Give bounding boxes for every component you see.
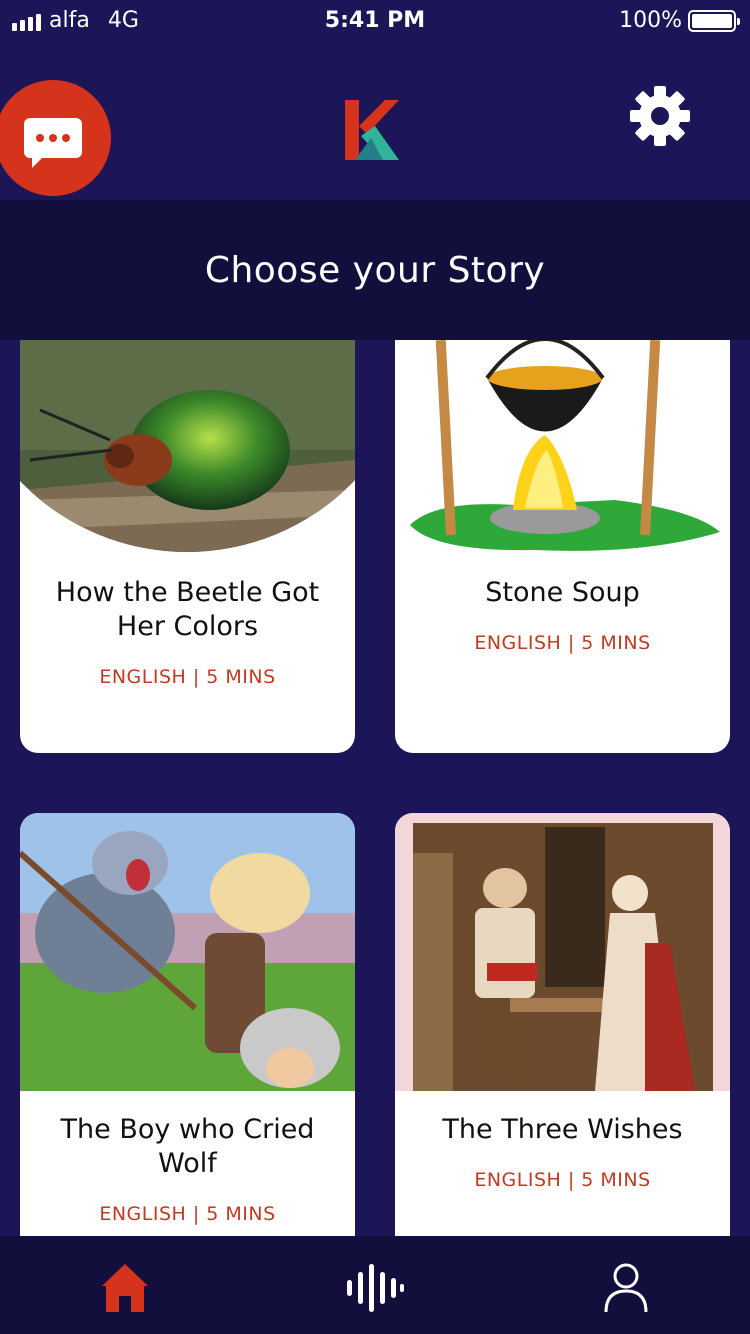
app-logo <box>345 100 399 160</box>
chat-button[interactable] <box>0 80 111 196</box>
three-wishes-illustration <box>395 813 730 1091</box>
story-image-beetle <box>20 340 355 554</box>
story-card-stone-soup[interactable]: Stone Soup ENGLISH | 5 MINS <box>395 340 730 753</box>
story-card-three-wishes[interactable]: The Three Wishes ENGLISH | 5 MINS <box>395 813 730 1236</box>
story-title: The Three Wishes <box>442 1114 683 1145</box>
stone-soup-illustration <box>410 340 720 551</box>
nav-profile[interactable] <box>596 1258 656 1318</box>
nav-audio[interactable] <box>345 1258 405 1318</box>
story-meta: ENGLISH | 5 MINS <box>474 1169 651 1191</box>
status-right: 100% <box>619 8 740 33</box>
status-bar: alfa 4G 5:41 PM 100% <box>0 0 750 40</box>
beetle-illustration <box>20 340 355 552</box>
story-image-boy-wolf <box>20 813 355 1091</box>
gear-icon[interactable] <box>628 84 692 148</box>
home-icon <box>102 1264 148 1312</box>
story-meta: ENGLISH | 5 MINS <box>99 1203 276 1225</box>
battery-icon <box>688 9 740 32</box>
story-card-boy-wolf[interactable]: The Boy who Cried Wolf ENGLISH | 5 MINS <box>20 813 355 1236</box>
bottom-nav <box>0 1236 750 1334</box>
profile-icon <box>604 1263 648 1313</box>
story-title: The Boy who Cried Wolf <box>60 1114 315 1179</box>
story-image-three-wishes <box>395 813 730 1091</box>
story-meta: ENGLISH | 5 MINS <box>99 666 276 688</box>
audio-icon <box>347 1264 404 1312</box>
story-meta: ENGLISH | 5 MINS <box>474 632 651 654</box>
story-image-stone-soup <box>395 340 730 554</box>
nav-home[interactable] <box>95 1258 155 1318</box>
app-header <box>0 40 750 200</box>
page-title: Choose your Story <box>204 249 546 291</box>
story-title: How the Beetle Got Her Colors <box>55 577 320 642</box>
story-card-beetle[interactable]: How the Beetle Got Her Colors ENGLISH | … <box>20 340 355 753</box>
battery-percent: 100% <box>619 8 682 33</box>
title-band: Choose your Story <box>0 200 750 340</box>
boy-wolf-illustration <box>20 813 355 1091</box>
story-title: Stone Soup <box>485 577 640 608</box>
chat-icon <box>24 118 82 168</box>
